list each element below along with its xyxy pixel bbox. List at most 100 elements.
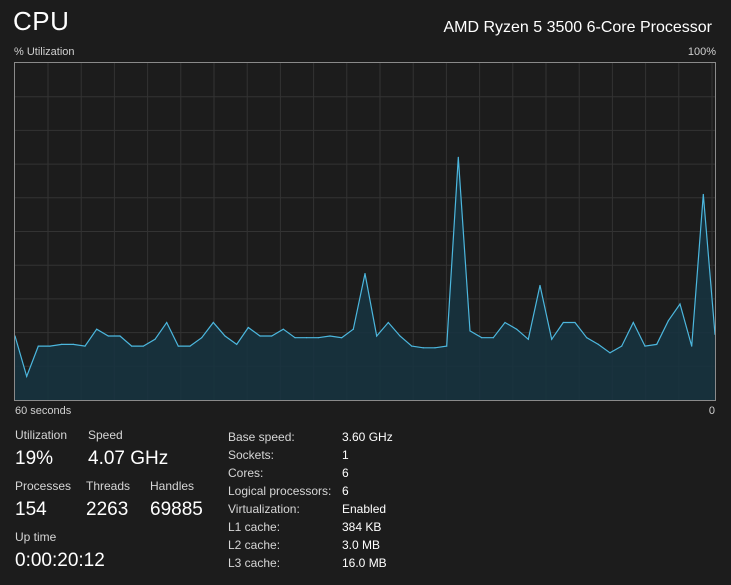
utilization-point [317, 337, 319, 339]
utilization-point [306, 337, 308, 339]
utilization-point [294, 337, 296, 339]
utilization-point [411, 345, 413, 347]
utilization-point [702, 193, 704, 196]
utilization-point [26, 375, 28, 378]
utilization-point [224, 335, 226, 337]
utilization-area [15, 157, 715, 400]
utilization-point [341, 337, 343, 339]
speed-label: Speed [88, 428, 123, 442]
utilization-point [516, 328, 518, 330]
base-speed-label: Base speed: [228, 430, 295, 444]
l1-cache-value: 384 KB [342, 520, 382, 534]
utilization-point [154, 338, 156, 340]
utilization-point [527, 338, 529, 340]
processes-label: Processes [15, 479, 72, 493]
uptime-label: Up time [15, 530, 57, 544]
utilization-point [469, 330, 471, 332]
cpu-utilization-graph[interactable] [14, 62, 716, 401]
utilization-point [679, 303, 681, 305]
x-axis-left-label: 60 seconds [15, 405, 72, 417]
virtualization-value: Enabled [342, 502, 387, 516]
cores-label: Cores: [228, 466, 264, 480]
utilization-point [352, 328, 354, 330]
l1-cache-label: L1 cache: [228, 520, 281, 534]
utilization-point [107, 335, 109, 337]
utilization-point [551, 338, 553, 340]
utilization-point [387, 321, 389, 324]
threads-label: Threads [86, 479, 131, 493]
base-speed-value: 3.60 GHz [342, 430, 393, 444]
utilization-point [656, 343, 658, 345]
utilization-point [364, 273, 366, 275]
utilization-point [376, 335, 378, 337]
y-axis-label: % Utilization [14, 46, 75, 58]
threads-value: 2263 [86, 499, 129, 520]
utilization-point [492, 337, 494, 339]
processor-info-table: Base speed: 3.60 GHz Sockets: 1 Cores: 6… [228, 428, 393, 572]
l3-cache-label: L3 cache: [228, 556, 281, 570]
utilization-point [84, 345, 86, 347]
l3-cache-value: 16.0 MB [342, 556, 387, 570]
utilization-point [329, 335, 331, 337]
utilization-point [504, 321, 506, 324]
utilization-point [597, 343, 599, 345]
utilization-point [49, 345, 51, 347]
x-axis-right-label: 0 [708, 405, 715, 417]
utilization-point [539, 284, 541, 287]
logical-processors-label: Logical processors: [228, 484, 332, 498]
handles-value: 69885 [150, 499, 203, 520]
processor-name: AMD Ryzen 5 3500 6-Core Processor [443, 19, 712, 36]
utilization-point [422, 347, 424, 349]
utilization-point [236, 343, 238, 345]
utilization-value: 19% [15, 448, 54, 469]
utilization-point [177, 345, 179, 347]
utilization-point [96, 328, 98, 330]
utilization-point [247, 326, 249, 329]
l2-cache-value: 3.0 MB [342, 538, 381, 552]
utilization-point [691, 345, 693, 347]
sockets-value: 1 [342, 448, 349, 462]
utilization-point [609, 352, 611, 354]
info-row-l2-cache: L2 cache: 3.0 MB [228, 536, 393, 554]
utilization-point [131, 345, 133, 347]
utilization-point [259, 335, 261, 337]
info-row-l3-cache: L3 cache: 16.0 MB [228, 554, 393, 572]
y-max-label: 100% [687, 46, 716, 58]
uptime-value: 0:00:20:12 [15, 550, 105, 571]
utilization-label: Utilization [15, 428, 68, 442]
utilization-point [621, 345, 623, 347]
cores-value: 6 [342, 466, 349, 480]
utilization-point [282, 328, 284, 330]
utilization-point [457, 156, 459, 158]
info-row-sockets: Sockets: 1 [228, 446, 393, 464]
utilization-point [61, 343, 63, 345]
utilization-point [201, 337, 203, 339]
utilization-point [446, 345, 448, 347]
handles-label: Handles [150, 479, 195, 493]
info-row-cores: Cores: 6 [228, 464, 393, 482]
logical-processors-value: 6 [342, 484, 349, 498]
utilization-point [586, 337, 588, 339]
processes-value: 154 [15, 499, 47, 520]
utilization-point [574, 321, 576, 324]
utilization-point [119, 335, 121, 337]
utilization-point [189, 345, 191, 347]
utilization-point [481, 337, 483, 339]
utilization-point [212, 321, 214, 324]
info-row-logical-processors: Logical processors: 6 [228, 482, 393, 500]
utilization-point [142, 345, 144, 347]
speed-value: 4.07 GHz [88, 448, 169, 469]
utilization-point [271, 335, 273, 337]
info-row-virtualization: Virtualization: Enabled [228, 500, 393, 518]
l2-cache-label: L2 cache: [228, 538, 281, 552]
utilization-point [72, 343, 74, 345]
page-title: CPU [13, 6, 70, 36]
utilization-point [644, 345, 646, 347]
utilization-point [434, 347, 436, 349]
info-row-base-speed: Base speed: 3.60 GHz [228, 428, 393, 446]
sockets-label: Sockets: [228, 448, 275, 462]
info-row-l1-cache: L1 cache: 384 KB [228, 518, 393, 536]
utilization-point [166, 321, 168, 324]
utilization-point [399, 335, 401, 337]
utilization-point [632, 321, 634, 324]
